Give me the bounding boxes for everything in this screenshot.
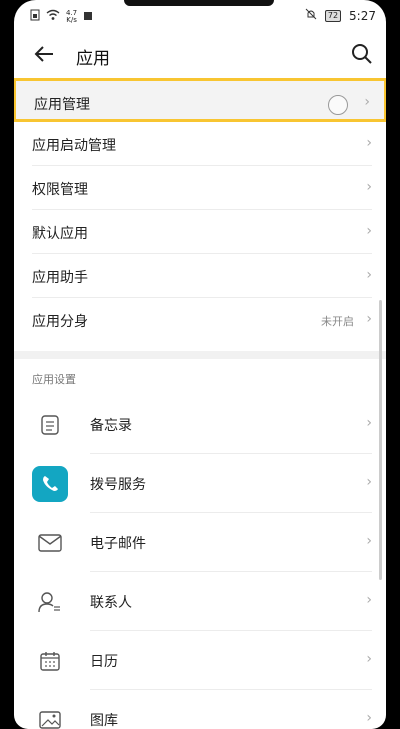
search-icon[interactable] [350,42,374,66]
chevron-right-icon: › [366,474,372,490]
app-label: 拨号服务 [90,477,146,493]
clock: 5:27 [349,8,376,23]
chevron-right-icon: › [364,94,370,110]
app-row-notes[interactable]: 备忘录 › [32,395,372,454]
menu-item-permissions[interactable]: 权限管理 › [32,166,372,210]
app-label: 备忘录 [90,418,132,434]
touch-indicator [328,95,348,115]
chevron-right-icon: › [366,135,372,151]
silent-bell-icon [305,8,317,23]
app-label: 联系人 [90,595,132,611]
menu-item-app-twin[interactable]: 应用分身 未开启 › [32,298,372,341]
app-row-calendar[interactable]: 日历 › [32,631,372,690]
notes-icon [32,407,68,443]
app-row-dialer[interactable]: 拨号服务 › [32,454,372,513]
menu-item-label: 应用分身 [32,314,88,330]
chevron-right-icon: › [366,592,372,608]
section-divider [14,351,386,359]
chevron-right-icon: › [366,710,372,726]
chevron-right-icon: › [366,415,372,431]
menu-item-label: 默认应用 [32,226,88,242]
contacts-icon [32,584,68,620]
section-title: 应用设置 [32,373,76,386]
wifi-icon [46,9,60,24]
app-label: 图库 [90,713,118,729]
camera-notch [124,0,274,6]
menu-item-label: 应用管理 [34,97,90,113]
calendar-icon [32,643,68,679]
page-title: 应用 [76,49,110,69]
scrollbar[interactable] [379,300,382,580]
back-arrow-icon[interactable] [32,42,56,66]
status-value: 未开启 [321,315,354,328]
menu-item-app-management[interactable]: 应用管理 › [14,78,386,122]
app-row-gallery[interactable]: 图库 › [32,690,372,729]
settings-list: 应用管理 › 应用启动管理 › 权限管理 › 默认应用 › 应用助手 › 应用分… [14,78,386,729]
phone-icon [32,466,68,502]
chevron-right-icon: › [366,223,372,239]
phone-frame: 4.7 K/s 72 5:27 应用 应用管理 › 应用启动管理 › 权限管理 … [0,0,400,729]
menu-item-label: 权限管理 [32,182,88,198]
app-label: 日历 [90,654,118,670]
chevron-right-icon: › [366,179,372,195]
status-right: 72 5:27 [305,8,376,23]
gallery-icon [32,702,68,729]
menu-item-label: 应用启动管理 [32,138,116,154]
menu-item-default-apps[interactable]: 默认应用 › [32,210,372,254]
screen: 4.7 K/s 72 5:27 应用 应用管理 › 应用启动管理 › 权限管理 … [14,0,386,729]
chevron-right-icon: › [366,533,372,549]
notification-square-icon [83,10,93,24]
menu-item-app-startup[interactable]: 应用启动管理 › [32,122,372,166]
chevron-right-icon: › [366,311,372,327]
app-row-contacts[interactable]: 联系人 › [32,572,372,631]
network-speed: 4.7 K/s [66,9,77,24]
app-row-email[interactable]: 电子邮件 › [32,513,372,572]
chevron-right-icon: › [366,651,372,667]
menu-item-label: 应用助手 [32,270,88,286]
chevron-right-icon: › [366,267,372,283]
menu-item-app-assistant[interactable]: 应用助手 › [32,254,372,298]
network-speed-unit: K/s [66,15,77,24]
status-bar: 4.7 K/s 72 5:27 [14,0,386,30]
sim-icon [30,9,40,24]
status-left: 4.7 K/s [30,9,93,24]
mail-icon [32,525,68,561]
top-bar: 应用 [14,30,386,78]
battery-indicator: 72 [324,9,342,22]
app-label: 电子邮件 [90,536,146,552]
